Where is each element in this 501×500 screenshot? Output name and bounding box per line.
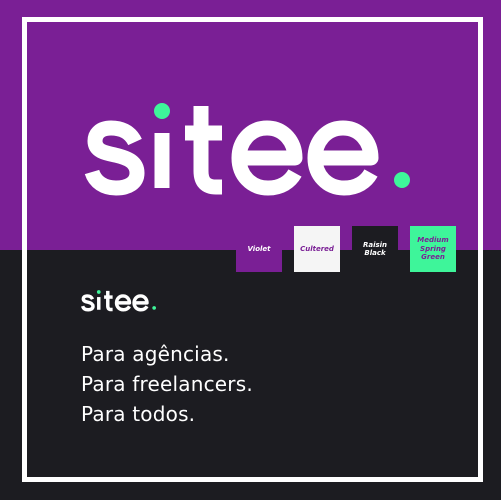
small-logo-dot-i	[96, 290, 101, 294]
swatch-medium-spring-green: Medium Spring Green	[410, 226, 456, 272]
small-logo-dot-period	[152, 306, 156, 310]
logo-dot-period	[394, 172, 410, 188]
swatch-violet: Violet	[236, 226, 282, 272]
swatch-raisin-black: Raisin Black	[352, 226, 398, 272]
swatch-cultured: Cultered	[294, 226, 340, 272]
tagline-todos: Para todos.	[81, 402, 196, 426]
sitee-logo-small	[80, 290, 156, 312]
logo-dot-i	[154, 103, 170, 119]
sitee-logo-large	[84, 103, 410, 196]
tagline-agencias: Para agências.	[81, 342, 230, 366]
tagline-freelancers: Para freelancers.	[81, 372, 253, 396]
